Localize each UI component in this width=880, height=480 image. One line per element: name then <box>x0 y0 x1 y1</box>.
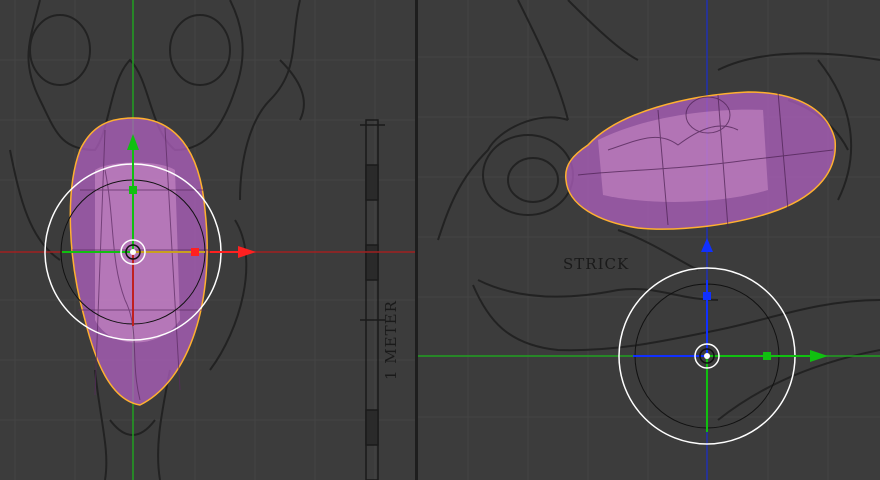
viewport-front[interactable]: 1 METER <box>0 0 415 480</box>
grid <box>418 0 880 480</box>
move-rotate-gizmo-icon[interactable] <box>618 267 828 445</box>
mesh-object[interactable] <box>565 91 836 230</box>
viewport-side[interactable]: STRICK <box>418 0 880 480</box>
scale-label: 1 METER <box>382 300 400 380</box>
reference-caption: STRICK <box>563 255 630 273</box>
front-viewport-canvas[interactable] <box>0 0 415 480</box>
z-axis-arrow-icon[interactable] <box>701 238 713 252</box>
side-viewport-canvas[interactable] <box>418 0 880 480</box>
